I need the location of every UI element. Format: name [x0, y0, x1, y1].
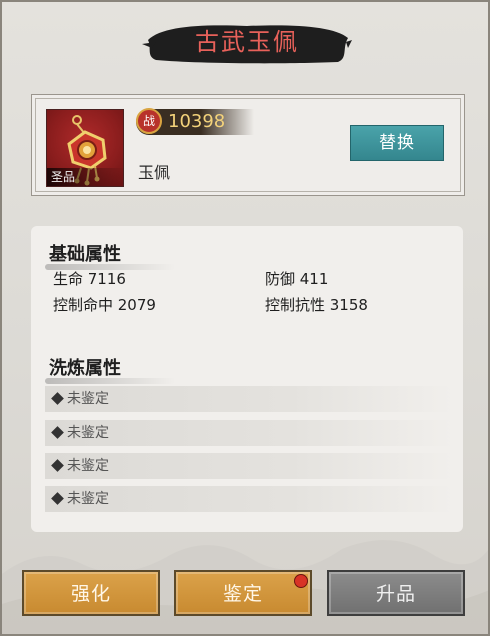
red-dot-badge — [294, 574, 308, 588]
refine-row-label: 未鉴定 — [67, 458, 109, 474]
battle-power: 战 10398 — [136, 108, 254, 135]
refine-row: 未鉴定 — [45, 386, 453, 412]
stat-defense: 防御 411 — [265, 270, 329, 288]
item-name: 玉佩 — [138, 163, 171, 182]
replace-button[interactable]: 替换 — [350, 125, 444, 161]
stat-control-hit: 控制命中 2079 — [53, 296, 156, 314]
refine-row: 未鉴定 — [45, 453, 453, 479]
refine-row: 未鉴定 — [45, 420, 453, 446]
item-icon-frame[interactable]: 圣品 — [46, 109, 125, 187]
diamond-icon — [51, 392, 64, 405]
attribute-panel: 基础属性 生命 7116 防御 411 控制命中 2079 控制抗性 3158 … — [31, 226, 463, 532]
item-card: 圣品 战 10398 玉佩 替换 — [31, 94, 465, 196]
refine-row: 未鉴定 — [45, 486, 453, 512]
page-title: 古武玉佩 — [195, 28, 299, 56]
diamond-icon — [51, 459, 64, 472]
upgrade-button[interactable]: 升品 — [327, 570, 465, 616]
stat-hp: 生命 7116 — [53, 270, 126, 288]
equipment-detail-panel: 古武玉佩 圣品 战 10398 玉佩 替换 基础属性 生命 7116 防御 41… — [0, 0, 490, 636]
diamond-icon — [51, 492, 64, 505]
identify-button-label: 鉴定 — [222, 583, 263, 605]
title-banner: 古武玉佩 — [142, 18, 352, 66]
refine-row-label: 未鉴定 — [67, 425, 109, 441]
refine-row-label: 未鉴定 — [67, 391, 109, 407]
battle-power-icon: 战 — [136, 108, 162, 134]
refine-row-label: 未鉴定 — [67, 491, 109, 507]
identify-button[interactable]: 鉴定 — [174, 570, 312, 616]
strengthen-button[interactable]: 强化 — [22, 570, 160, 616]
basic-attributes-title: 基础属性 — [45, 240, 175, 270]
diamond-icon — [51, 426, 64, 439]
battle-power-value: 10398 — [168, 111, 226, 132]
stat-control-resist: 控制抗性 3158 — [265, 296, 368, 314]
refine-attributes-title: 洗炼属性 — [45, 354, 175, 384]
item-rank-label: 圣品 — [47, 168, 125, 186]
